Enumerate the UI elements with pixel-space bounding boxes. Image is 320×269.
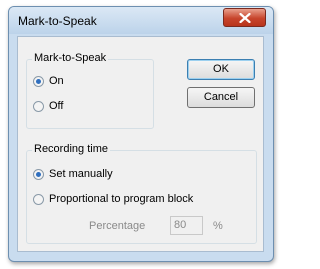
mark-to-speak-group: Mark-to-Speak On Off (26, 52, 154, 129)
mark-to-speak-group-label: Mark-to-Speak (32, 52, 109, 64)
proportional-radio[interactable] (33, 193, 44, 205)
window-title: Mark-to-Speak (18, 14, 97, 28)
set-manually-label: Set manually (49, 168, 113, 180)
mark-off-label: Off (49, 100, 64, 112)
recording-time-group-label: Recording time (32, 143, 110, 155)
mark-on-option[interactable]: On (33, 75, 64, 87)
set-manually-radio[interactable] (33, 168, 44, 180)
dialog-window: Mark-to-Speak Mark-to-Speak On Off OK Ca… (8, 6, 274, 262)
percentage-input[interactable]: 80 (170, 216, 203, 235)
title-bar[interactable]: Mark-to-Speak (9, 7, 273, 34)
percentage-unit: % (213, 220, 223, 232)
mark-on-label: On (49, 75, 64, 87)
proportional-label: Proportional to program block (49, 193, 194, 205)
dialog-content: Mark-to-Speak On Off OK Cancel Recording… (17, 36, 264, 252)
mark-off-radio[interactable] (33, 100, 44, 112)
close-button[interactable] (223, 8, 266, 27)
recording-time-group: Recording time Set manually Proportional… (26, 143, 257, 244)
set-manually-option[interactable]: Set manually (33, 168, 113, 180)
mark-on-radio[interactable] (33, 75, 44, 87)
proportional-option[interactable]: Proportional to program block (33, 193, 193, 205)
ok-button[interactable]: OK (187, 59, 255, 80)
percentage-label: Percentage (89, 220, 146, 232)
cancel-button[interactable]: Cancel (187, 87, 255, 108)
mark-off-option[interactable]: Off (33, 100, 63, 112)
close-icon (239, 13, 251, 23)
